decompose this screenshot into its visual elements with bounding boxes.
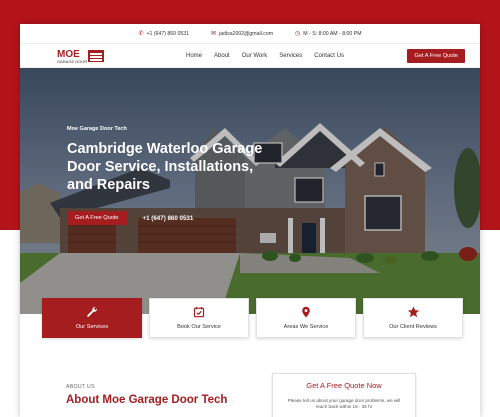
- hero-quote-button[interactable]: Get A Free Quote: [67, 211, 127, 225]
- svg-text:GARAGE DOOR: GARAGE DOOR: [57, 59, 87, 64]
- nav-services[interactable]: Services: [279, 53, 302, 59]
- logo-mark: MOE GARAGE DOOR: [57, 49, 104, 64]
- nav-about[interactable]: About: [214, 53, 230, 59]
- mail-icon: ✉: [211, 30, 217, 37]
- clock-icon: ◷: [295, 30, 301, 37]
- card-areas-label: Areas We Service: [283, 324, 329, 330]
- topbar-phone[interactable]: ✆ +1 (647) 860 0531: [138, 31, 189, 37]
- site-logo[interactable]: MOE GARAGE DOOR: [56, 47, 116, 65]
- about-section: ABOUT US About Moe Garage Door Tech: [66, 384, 227, 406]
- topbar-hours: ◷ M - S: 8:00 AM - 8:00 PM: [295, 31, 362, 37]
- calendar-check-icon: [193, 306, 205, 318]
- topbar-email-text: jadisa2002@gmail.com: [219, 30, 274, 37]
- hero-text-block: Moe Garage Door Tech Cambridge Waterloo …: [67, 126, 267, 194]
- main-nav: MOE GARAGE DOOR Home About Our Work Serv…: [20, 44, 480, 68]
- star-icon: [407, 306, 420, 318]
- card-our-services-label: Our Services: [75, 324, 109, 330]
- phone-icon: ✆: [138, 30, 144, 37]
- service-cards: Our Services Book Our Service Areas We S…: [42, 298, 463, 338]
- card-client-reviews[interactable]: Our Client Reviews: [363, 298, 463, 338]
- card-reviews-label: Our Client Reviews: [389, 324, 437, 330]
- nav-home[interactable]: Home: [186, 53, 202, 59]
- hero-section: Moe Garage Door Tech Cambridge Waterloo …: [20, 68, 480, 314]
- nav-our-work[interactable]: Our Work: [242, 53, 268, 59]
- wrench-icon: [86, 306, 98, 318]
- topbar-hours-text: M - S: 8:00 AM - 8:00 PM: [303, 30, 362, 37]
- nav-links: Home About Our Work Services Contact Us: [186, 53, 344, 59]
- topbar-email[interactable]: ✉ jadisa2002@gmail.com: [211, 31, 273, 37]
- card-book-service[interactable]: Book Our Service: [149, 298, 249, 338]
- about-eyebrow: ABOUT US: [66, 384, 95, 390]
- card-book-service-label: Book Our Service: [177, 324, 221, 330]
- map-pin-icon: [300, 306, 312, 318]
- card-areas-we-service[interactable]: Areas We Service: [256, 298, 356, 338]
- card-our-services[interactable]: Our Services: [42, 298, 142, 338]
- website-frame: ✆ +1 (647) 860 0531 ✉ jadisa2002@gmail.c…: [20, 24, 480, 417]
- contact-bar: ✆ +1 (647) 860 0531 ✉ jadisa2002@gmail.c…: [20, 24, 480, 44]
- nav-contact[interactable]: Contact Us: [314, 53, 344, 59]
- hero-actions: Get A Free Quote +1 (647) 860 0531: [67, 211, 193, 225]
- nav-quote-button[interactable]: Get A Free Quote: [407, 48, 465, 63]
- hero-phone-link[interactable]: +1 (647) 860 0531: [143, 215, 194, 222]
- topbar-phone-text: +1 (647) 860 0531: [146, 30, 190, 37]
- quote-description: Please tell us about your garage door pr…: [287, 398, 401, 409]
- hero-title: Cambridge Waterloo Garage Door Service, …: [67, 141, 263, 193]
- quote-title: Get A Free Quote Now: [306, 381, 382, 390]
- quote-form-box: Get A Free Quote Now Please tell us abou…: [272, 373, 416, 417]
- hero-eyebrow: Moe Garage Door Tech: [67, 126, 127, 132]
- about-title: About Moe Garage Door Tech: [66, 394, 228, 406]
